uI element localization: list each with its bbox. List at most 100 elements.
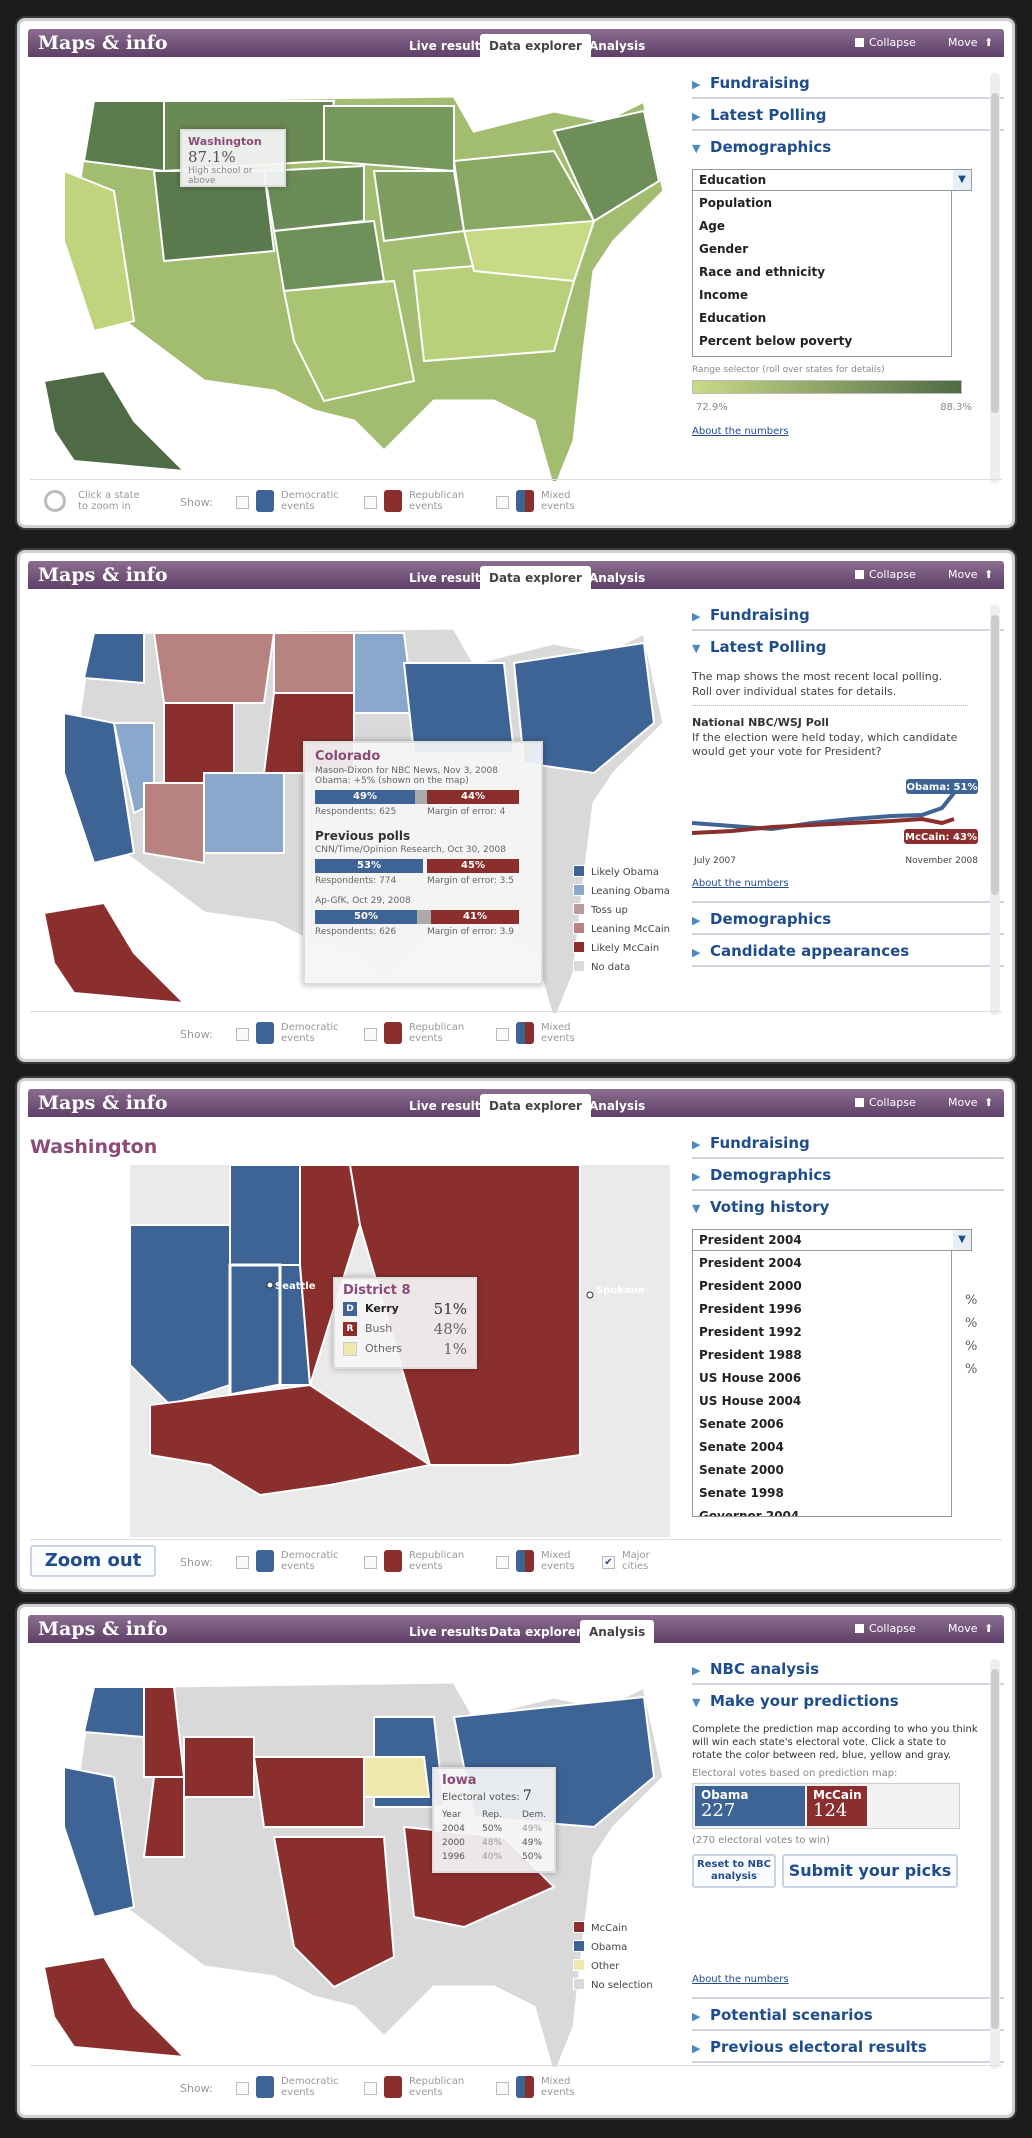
checkbox[interactable] [364,496,377,509]
checkbox[interactable] [364,1556,377,1569]
sidebar-scrollbar[interactable] [990,73,1000,483]
accordion-latest-polling[interactable]: ▼ Latest Polling [692,631,1004,663]
tab-data-explorer[interactable]: Data explorer [480,566,591,589]
about-numbers-link[interactable]: About the numbers [692,878,1004,903]
option-income[interactable]: Income [699,285,945,308]
prev-poll-source: CNN/Time/Opinion Research, Oct 30, 2008 [315,845,506,855]
option-gender[interactable]: Gender [699,239,945,262]
move-up-icon[interactable]: ⬆ [984,36,993,49]
sidebar-scrollbar[interactable] [990,605,1000,1015]
accordion-demographics[interactable]: ▶ Demographics [692,1159,1004,1191]
tab-data-explorer[interactable]: Data explorer [480,1620,591,1643]
option-population[interactable]: Population [699,193,945,216]
tab-analysis[interactable]: Analysis [580,1094,654,1117]
sidebar: ▶ NBC analysis ▼ Make your predictions Com… [692,1653,1004,2063]
collapse-button[interactable]: Collapse [855,36,916,49]
option-senate-2004[interactable]: Senate 2004 [699,1437,945,1460]
checkbox[interactable] [236,2082,249,2095]
move-down-icon[interactable]: ⬇ [1002,568,1011,581]
move-button[interactable]: Move [948,568,978,581]
move-up-icon[interactable]: ⬆ [984,1622,993,1635]
option-president-2004[interactable]: President 2004 [699,1253,945,1276]
accordion-nbc-analysis[interactable]: ▶ NBC analysis [692,1653,1004,1685]
option-president-1992[interactable]: President 1992 [699,1322,945,1345]
move-button[interactable]: Move [948,1622,978,1635]
option-president-1988[interactable]: President 1988 [699,1345,945,1368]
checkbox[interactable] [236,1556,249,1569]
option-us-house-2004[interactable]: US House 2004 [699,1391,945,1414]
checkbox[interactable] [496,2082,509,2095]
option-poverty[interactable]: Percent below poverty [699,331,945,354]
reset-button[interactable]: Reset to NBC analysis [692,1854,776,1888]
option-us-house-2006[interactable]: US House 2006 [699,1368,945,1391]
accordion-voting-history[interactable]: ▼ Voting history [692,1191,1004,1223]
tab-data-explorer[interactable]: Data explorer [480,1094,591,1117]
poll-question: If the election were held today, which c… [692,731,1004,759]
range-slider[interactable] [692,380,962,394]
move-button[interactable]: Move [948,1096,978,1109]
checkbox[interactable] [364,1028,377,1041]
demographic-select[interactable]: Education ▼ [692,169,972,191]
accordion-demographics[interactable]: ▼ Demographics [692,131,1004,163]
zoom-out-button[interactable]: Zoom out [30,1545,156,1577]
sidebar-scrollbar[interactable] [990,1659,1000,2069]
move-down-icon[interactable]: ⬇ [1002,1096,1011,1109]
option-senate-1998[interactable]: Senate 1998 [699,1483,945,1506]
accordion-candidate-appearances[interactable]: ▶ Candidate appearances [692,935,1004,967]
accordion-previous-results[interactable]: ▶ Previous electoral results [692,2031,1004,2063]
demographic-options: Population Age Gender Race and ethnicity… [692,191,952,357]
tab-analysis[interactable]: Analysis [580,34,654,57]
tab-analysis[interactable]: Analysis [580,566,654,589]
collapse-button[interactable]: Collapse [855,568,916,581]
col-dem: Dem. [522,1810,547,1820]
legend-swatch [573,865,585,877]
submit-picks-button[interactable]: Submit your picks [782,1854,958,1888]
tab-data-explorer[interactable]: Data explorer [480,34,591,57]
accordion-make-predictions[interactable]: ▼ Make your predictions [692,1685,1004,1717]
option-president-1996[interactable]: President 1996 [699,1299,945,1322]
accordion-latest-polling[interactable]: ▶ Latest Polling [692,99,1004,131]
checkbox[interactable] [236,496,249,509]
checkbox[interactable] [496,1556,509,1569]
option-president-2000[interactable]: President 2000 [699,1276,945,1299]
move-down-icon[interactable]: ⬇ [1002,36,1011,49]
us-map-demographics[interactable] [34,71,674,481]
prev-poll-source: Ap-GfK, Oct 29, 2008 [315,896,411,906]
tooltip-label: High school or above [188,166,253,186]
accordion-fundraising[interactable]: ▶ Fundraising [692,67,1004,99]
checkbox[interactable] [236,1028,249,1041]
accordion-potential-scenarios[interactable]: ▶ Potential scenarios [692,1999,1004,2031]
collapse-label: Collapse [869,36,916,49]
option-senate-2000[interactable]: Senate 2000 [699,1460,945,1483]
mccain-ev-box: McCain 124 [807,1786,867,1826]
about-numbers-link[interactable]: About the numbers [692,1974,1004,1999]
checkbox-checked[interactable]: ✔ [602,1556,615,1569]
move-down-icon[interactable]: ⬇ [1002,1622,1011,1635]
tab-analysis[interactable]: Analysis [580,1620,655,1643]
checkbox[interactable] [496,1028,509,1041]
option-education[interactable]: Education [699,308,945,331]
option-race[interactable]: Race and ethnicity [699,262,945,285]
maps-panel-predictions: Maps & info Live results Data explorer A… [17,1604,1015,2118]
collapse-button[interactable]: Collapse [855,1622,916,1635]
option-governor-2004[interactable]: Governor 2004 [699,1506,945,1516]
scroll-thumb[interactable] [991,1669,999,2029]
scroll-thumb[interactable] [991,93,999,413]
checkbox[interactable] [496,496,509,509]
election-select[interactable]: President 2004 ▼ [692,1229,972,1251]
accordion-fundraising[interactable]: ▶ Fundraising [692,599,1004,631]
accordion-demographics[interactable]: ▶ Demographics [692,903,1004,935]
move-up-icon[interactable]: ⬆ [984,568,993,581]
scroll-thumb[interactable] [991,615,999,895]
us-map-predictions[interactable] [34,1657,674,2067]
move-up-icon[interactable]: ⬆ [984,1096,993,1109]
option-senate-2006[interactable]: Senate 2006 [699,1414,945,1437]
accordion-label: Candidate appearances [710,942,910,960]
checkbox[interactable] [364,2082,377,2095]
accordion-fundraising[interactable]: ▶ Fundraising [692,1127,1004,1159]
collapse-button[interactable]: Collapse [855,1096,916,1109]
option-age[interactable]: Age [699,216,945,239]
toggle-label: Mixed events [541,490,575,512]
move-button[interactable]: Move [948,36,978,49]
about-numbers-link[interactable]: About the numbers [692,426,1004,437]
